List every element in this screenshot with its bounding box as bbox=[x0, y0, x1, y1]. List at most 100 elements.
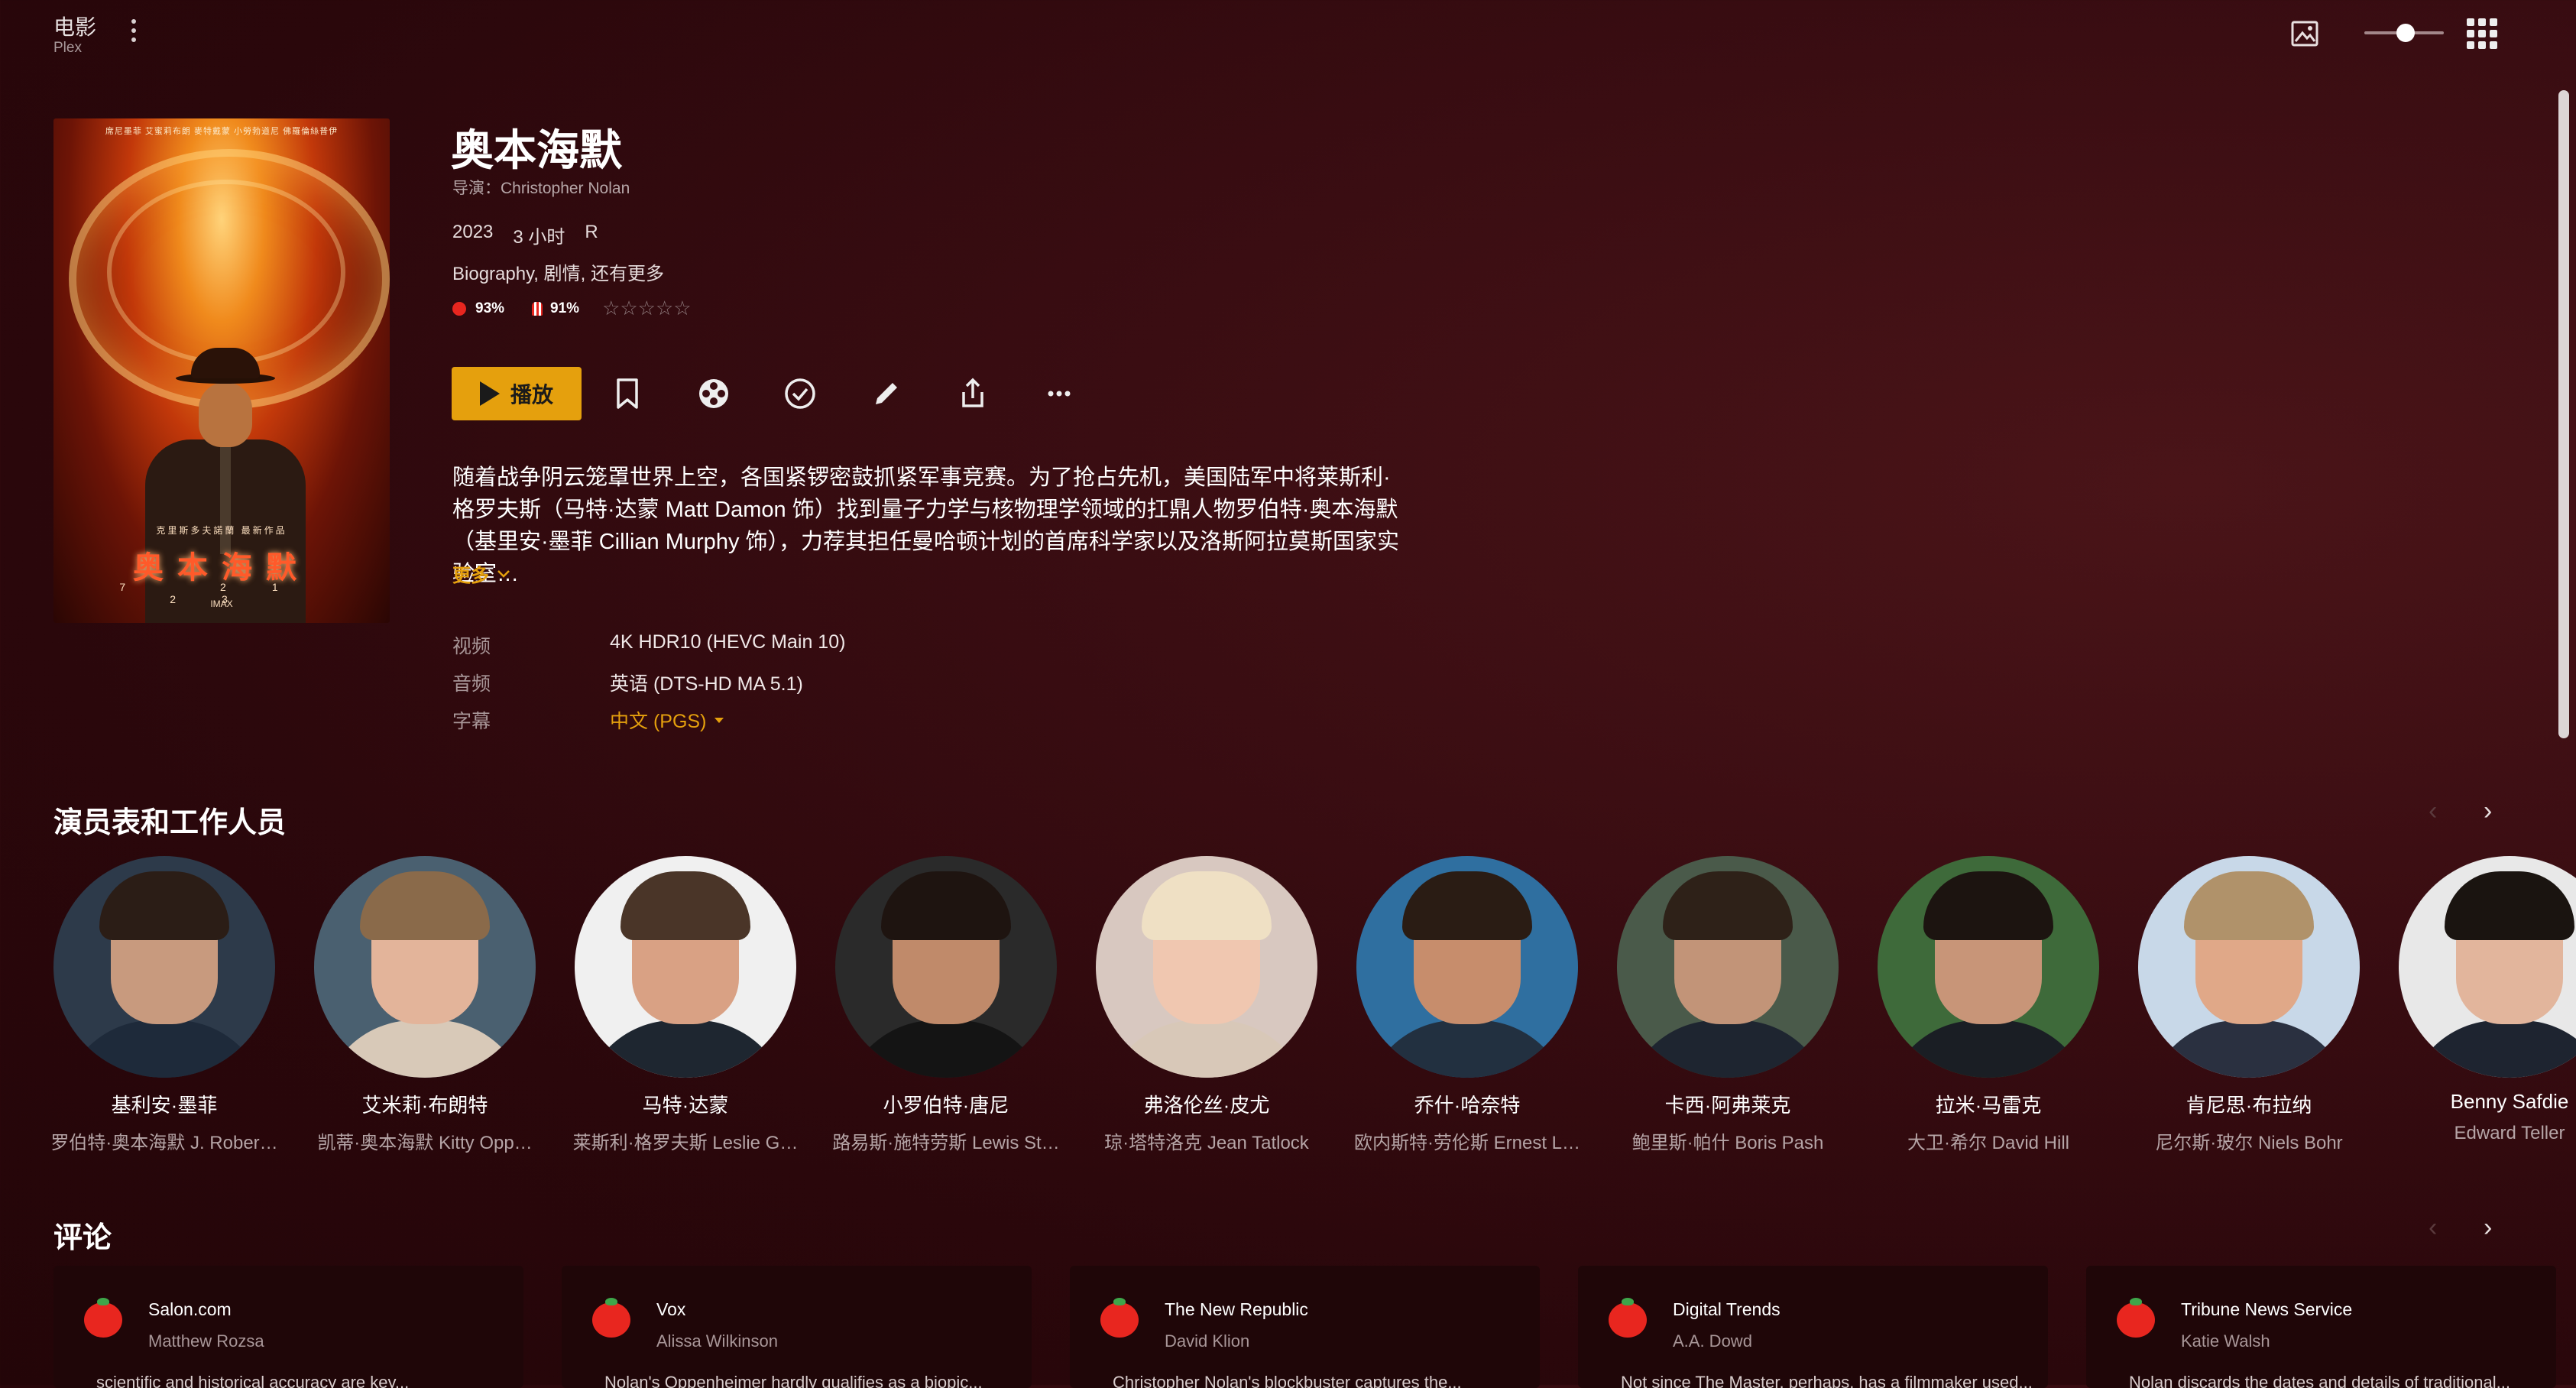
cast-name: Benny Safdie bbox=[2450, 1090, 2569, 1113]
cast-card[interactable]: 基利安·墨菲 罗伯特·奥本海默 J. Rober… bbox=[50, 856, 279, 1154]
movie-title: 奥本海默 bbox=[451, 126, 622, 174]
review-source: The New Republic bbox=[1165, 1299, 1308, 1319]
review-text: Not since The Master, perhaps, has a fil… bbox=[1621, 1373, 2033, 1388]
avatar[interactable] bbox=[2138, 856, 2360, 1078]
avatar[interactable] bbox=[1356, 856, 1578, 1078]
audience-score: 91% bbox=[550, 300, 580, 316]
film-reel-icon[interactable] bbox=[692, 372, 735, 415]
movie-duration: 3 小时 bbox=[513, 227, 565, 248]
fresh-tomato-icon bbox=[1609, 1298, 1647, 1338]
cast-card[interactable]: 小罗伯特·唐尼 路易斯·施特劳斯 Lewis St… bbox=[831, 856, 1061, 1154]
critic-score: 93% bbox=[475, 300, 505, 316]
poster-credits: 席尼墨菲 艾蜜莉布朗 麥特戴蒙 小勞勃道尼 佛羅倫絲普伊 bbox=[105, 127, 339, 136]
review-source: Digital Trends bbox=[1673, 1299, 1781, 1319]
fresh-tomato-icon bbox=[1100, 1298, 1139, 1338]
review-text: scientific and historical accuracy are k… bbox=[96, 1373, 410, 1388]
poster-imax: IMAX bbox=[210, 598, 233, 609]
cast-role: 欧内斯特·劳伦斯 Ernest L… bbox=[1353, 1133, 1581, 1153]
avatar[interactable] bbox=[2399, 856, 2576, 1078]
review-card[interactable]: Salon.com Matthew Rozsa scientific and his… bbox=[53, 1266, 523, 1388]
library-menu-icon[interactable] bbox=[126, 17, 141, 44]
subtitle-select[interactable]: 中文 (PGS) bbox=[610, 706, 724, 734]
bookmark-icon[interactable] bbox=[606, 372, 649, 415]
cast-name: 马特·达蒙 bbox=[642, 1094, 729, 1117]
movie-meta: 2023 3 小时 R bbox=[452, 222, 598, 248]
movie-summary: 随着战争阴云笼罩世界上空，各国紧锣密鼓抓紧军事竞赛。为了抢占先机，美国陆军中将莱… bbox=[452, 465, 1400, 586]
cast-card[interactable]: 拉米·马雷克大卫·希尔 David Hill bbox=[1874, 856, 2103, 1154]
poster-tagline: 克里斯多夫諾蘭 最新作品 bbox=[156, 525, 287, 536]
avatar[interactable] bbox=[1096, 856, 1317, 1078]
review-card[interactable]: Tribune News Service Katie Walsh Nolan dis… bbox=[2086, 1266, 2556, 1388]
pencil-icon[interactable] bbox=[865, 372, 908, 415]
play-icon bbox=[479, 381, 500, 406]
cast-card[interactable]: Benny Safdie Edward Teller bbox=[2395, 856, 2576, 1144]
cast-role: 莱斯利·格罗夫斯 Leslie G… bbox=[572, 1133, 799, 1153]
video-value: 4K HDR10 (HEVC Main 10) bbox=[610, 631, 846, 653]
avatar[interactable] bbox=[835, 856, 1057, 1078]
review-card[interactable]: Digital Trends A.A. Dowd Not since The Mas… bbox=[1578, 1266, 2048, 1388]
check-circle-icon[interactable] bbox=[779, 372, 821, 415]
cast-card[interactable]: 马特·达蒙莱斯利·格罗夫斯 Leslie G… bbox=[571, 856, 800, 1154]
audio-value[interactable]: 英语 (DTS-HD MA 5.1) bbox=[610, 669, 803, 696]
summary-more-link[interactable]: 更多 bbox=[452, 560, 510, 587]
review-author: Alissa Wilkinson bbox=[656, 1331, 778, 1351]
library-title[interactable]: 电影 bbox=[53, 11, 96, 41]
fresh-tomato-icon bbox=[2117, 1298, 2155, 1338]
critic-tomato-icon bbox=[452, 301, 466, 316]
cast-card[interactable]: 弗洛伦丝·皮尤 琼·塔特洛克 Jean Tatlock bbox=[1092, 856, 1321, 1154]
cast-card[interactable]: 乔什·哈奈特 欧内斯特·劳伦斯 Ernest L… bbox=[1353, 856, 1582, 1154]
review-author: Matthew Rozsa bbox=[148, 1331, 264, 1351]
cast-next-icon[interactable]: › bbox=[2484, 796, 2492, 826]
cast-name: 基利安·墨菲 bbox=[111, 1094, 218, 1117]
review-text: Nolan's Oppenheimer hardly qualifies as … bbox=[604, 1373, 983, 1388]
review-card[interactable]: Vox Alissa Wilkinson Nolan's Oppenheimer h… bbox=[562, 1266, 1032, 1388]
reviews-next-icon[interactable]: › bbox=[2484, 1213, 2492, 1243]
poster-size-slider-knob[interactable] bbox=[2396, 24, 2415, 42]
audio-label: 音频 bbox=[452, 673, 491, 695]
share-icon[interactable] bbox=[951, 372, 994, 415]
cast-card[interactable]: 卡西·阿弗莱克 鲍里斯·帕什 Boris Pash bbox=[1613, 856, 1842, 1154]
cast-name: 小罗伯特·唐尼 bbox=[883, 1094, 1009, 1117]
video-label: 视频 bbox=[452, 636, 491, 657]
review-source: Salon.com bbox=[148, 1299, 232, 1319]
cast-name: 艾米莉·布朗特 bbox=[361, 1094, 488, 1117]
movie-poster[interactable]: 席尼墨菲 艾蜜莉布朗 麥特戴蒙 小勞勃道尼 佛羅倫絲普伊 克里斯多夫諾蘭 最新作… bbox=[53, 118, 390, 623]
movie-ratings: 93% 91% ☆☆☆☆☆ bbox=[452, 297, 692, 320]
cast-name: 拉米·马雷克 bbox=[1935, 1094, 2042, 1117]
avatar[interactable] bbox=[314, 856, 536, 1078]
library-subtitle: Plex bbox=[53, 40, 82, 56]
cast-role: 尼尔斯·玻尔 Niels Bohr bbox=[2155, 1133, 2343, 1153]
avatar[interactable] bbox=[575, 856, 796, 1078]
review-author: A.A. Dowd bbox=[1673, 1331, 1752, 1351]
play-button[interactable]: 播放 bbox=[452, 367, 582, 420]
cast-card[interactable]: 肯尼思·布拉纳 尼尔斯·玻尔 Niels Bohr bbox=[2134, 856, 2364, 1154]
movie-director[interactable]: 导演：Christopher Nolan bbox=[452, 176, 630, 199]
chevron-down-icon bbox=[497, 569, 510, 578]
cast-name: 弗洛伦丝·皮尤 bbox=[1143, 1094, 1270, 1117]
caret-down-icon bbox=[714, 718, 724, 723]
review-card[interactable]: The New Republic David Klion Christopher N… bbox=[1070, 1266, 1540, 1388]
user-star-rating[interactable]: ☆☆☆☆☆ bbox=[602, 297, 692, 320]
background-image-icon[interactable] bbox=[2289, 20, 2320, 47]
fresh-tomato-icon bbox=[592, 1298, 630, 1338]
review-text: Christopher Nolan's blockbuster captures… bbox=[1113, 1373, 1462, 1388]
grid-view-icon[interactable] bbox=[2467, 18, 2497, 49]
avatar[interactable] bbox=[1617, 856, 1839, 1078]
more-horizontal-icon[interactable] bbox=[1038, 372, 1081, 415]
reviews-prev-icon[interactable]: ‹ bbox=[2429, 1213, 2437, 1243]
avatar[interactable] bbox=[53, 856, 275, 1078]
movie-content-rating: R bbox=[585, 222, 598, 242]
review-text: Nolan discards the dates and details of … bbox=[2129, 1373, 2510, 1388]
fresh-tomato-icon bbox=[84, 1298, 122, 1338]
cast-section-title: 演员表和工作人员 bbox=[53, 807, 287, 839]
cast-card[interactable]: 艾米莉·布朗特 凯蒂·奥本海默 Kitty Opp… bbox=[310, 856, 540, 1154]
subtitle-label: 字幕 bbox=[452, 711, 491, 732]
avatar[interactable] bbox=[1878, 856, 2099, 1078]
cast-prev-icon[interactable]: ‹ bbox=[2429, 796, 2437, 826]
cast-role: 大卫·希尔 David Hill bbox=[1907, 1133, 2069, 1153]
movie-genres[interactable]: Biography, 剧情, 还有更多 bbox=[452, 258, 664, 285]
scrollbar-thumb[interactable] bbox=[2558, 90, 2569, 738]
cast-role: 鲍里斯·帕什 Boris Pash bbox=[1631, 1133, 1824, 1153]
audience-popcorn-icon bbox=[532, 301, 543, 316]
review-source: Tribune News Service bbox=[2181, 1299, 2353, 1319]
